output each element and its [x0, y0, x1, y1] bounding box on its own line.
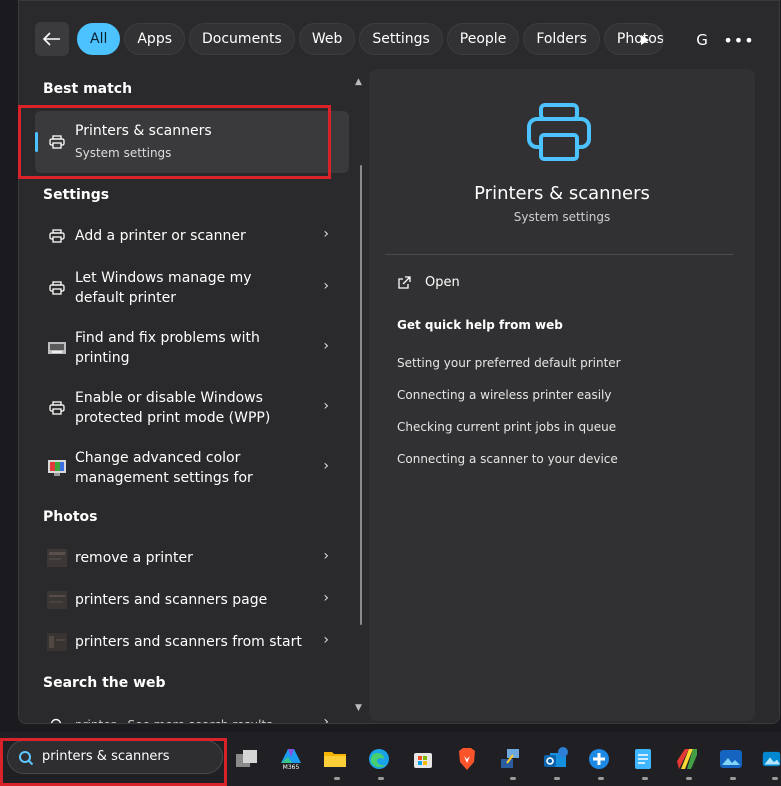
running-indicator	[378, 777, 384, 780]
settings-item-default-printer[interactable]: Let Windows manage my default printer ›	[35, 267, 349, 309]
photos-item-remove-printer[interactable]: remove a printer ›	[35, 547, 349, 569]
network-tool-icon[interactable]	[498, 746, 524, 772]
filter-chip-web[interactable]: Web	[298, 23, 356, 55]
web-search-item[interactable]: printer - See more search results ›	[35, 713, 349, 724]
chevron-right-icon: ›	[323, 226, 329, 242]
back-button[interactable]	[35, 22, 69, 56]
scroll-up-arrow[interactable]: ▲	[355, 77, 362, 87]
running-indicator	[554, 777, 560, 780]
section-heading-search-web: Search the web	[43, 675, 166, 691]
brave-browser-icon[interactable]	[454, 746, 480, 772]
settings-item-label: Add a printer or scanner	[75, 228, 246, 244]
web-search-label: printer - See more search results	[75, 715, 305, 723]
highlight-annotation	[18, 105, 331, 179]
photos-item-label: printers and scanners from start	[75, 634, 302, 650]
file-explorer-icon[interactable]	[322, 746, 348, 772]
photos-item-label: remove a printer	[75, 550, 193, 566]
photo-thumbnail	[47, 632, 67, 652]
chevron-right-icon: ›	[323, 398, 329, 414]
troubleshooter-icon	[47, 338, 67, 358]
more-filters-button[interactable]	[635, 30, 655, 50]
quick-help-heading: Get quick help from web	[397, 318, 563, 332]
preview-title: Printers & scanners	[474, 183, 650, 204]
photo-thumbnail	[47, 590, 67, 610]
photos-item-label: printers and scanners page	[75, 592, 268, 608]
running-indicator	[510, 777, 516, 780]
photos-item-printers-scanners-start[interactable]: printers and scanners from start ›	[35, 631, 349, 653]
play-icon	[641, 35, 649, 45]
photo-thumbnail	[47, 548, 67, 568]
outlook-icon[interactable]	[542, 746, 568, 772]
running-indicator	[642, 777, 648, 780]
preview-subtitle: System settings	[513, 210, 611, 224]
help-app-icon[interactable]	[586, 746, 612, 772]
running-indicator	[598, 777, 604, 780]
chevron-right-icon: ›	[323, 590, 329, 606]
account-avatar[interactable]: G	[690, 28, 714, 52]
help-link[interactable]: Setting your preferred default printer	[397, 356, 621, 370]
help-link[interactable]: Connecting a wireless printer easily	[397, 388, 611, 402]
photos-app-icon[interactable]	[718, 746, 744, 772]
printer-large-icon	[523, 103, 595, 163]
camera-app-icon[interactable]	[762, 746, 781, 772]
running-indicator	[334, 777, 340, 780]
arrow-left-icon	[43, 32, 60, 46]
m365-label: M365	[282, 764, 300, 771]
scroll-down-arrow[interactable]: ▼	[355, 703, 362, 713]
microsoft-store-icon[interactable]	[410, 746, 436, 772]
filter-chip-settings[interactable]: Settings	[359, 23, 443, 55]
chevron-right-icon: ›	[323, 278, 329, 294]
paint-app-icon[interactable]	[674, 746, 700, 772]
section-heading-best-match: Best match	[43, 81, 133, 97]
chevron-right-icon: ›	[323, 714, 329, 724]
filter-chip-people[interactable]: People	[446, 23, 520, 55]
chevron-right-icon: ›	[323, 458, 329, 474]
printer-icon	[47, 226, 67, 246]
divider	[385, 254, 733, 255]
notepad-icon[interactable]	[630, 746, 656, 772]
running-indicator	[686, 777, 692, 780]
open-action[interactable]: Open	[397, 275, 460, 290]
microsoft-365-icon[interactable]: M365	[278, 746, 304, 772]
printer-icon	[47, 278, 67, 298]
chevron-right-icon: ›	[323, 548, 329, 564]
open-external-icon	[397, 275, 411, 290]
settings-item-troubleshoot-printing[interactable]: Find and fix problems with printing ›	[35, 327, 349, 369]
search-icon	[47, 715, 67, 723]
chevron-right-icon: ›	[323, 338, 329, 354]
color-management-icon	[47, 458, 67, 478]
edge-browser-icon[interactable]	[366, 746, 392, 772]
filter-chip-folders[interactable]: Folders	[523, 23, 600, 55]
preview-pane: Printers & scanners System settings Open…	[369, 69, 755, 721]
filter-bar: All Apps Documents Web Settings People F…	[35, 22, 664, 56]
filter-chip-documents[interactable]: Documents	[189, 23, 295, 55]
section-heading-settings: Settings	[43, 187, 110, 203]
help-link[interactable]: Checking current print jobs in queue	[397, 420, 616, 434]
filter-chip-all[interactable]: All	[77, 23, 121, 55]
settings-item-label: Enable or disable Windows protected prin…	[75, 390, 271, 426]
printer-icon	[47, 398, 67, 418]
open-label: Open	[425, 275, 460, 290]
settings-item-protected-print-mode[interactable]: Enable or disable Windows protected prin…	[35, 387, 349, 429]
help-link[interactable]: Connecting a scanner to your device	[397, 452, 618, 466]
chevron-right-icon: ›	[323, 632, 329, 648]
settings-item-color-management[interactable]: Change advanced color management setting…	[35, 447, 349, 489]
running-indicator	[772, 777, 778, 780]
settings-item-label: Let Windows manage my default printer	[75, 270, 252, 306]
settings-item-add-printer[interactable]: Add a printer or scanner ›	[35, 225, 349, 247]
section-heading-photos: Photos	[43, 509, 98, 525]
photos-item-printers-scanners-page[interactable]: printers and scanners page ›	[35, 589, 349, 611]
more-options-button[interactable]: •••	[723, 28, 753, 52]
scrollbar-thumb[interactable]	[360, 165, 362, 625]
running-indicator	[730, 777, 736, 780]
search-highlight-annotation	[0, 738, 227, 786]
filter-chip-apps[interactable]: Apps	[124, 23, 186, 55]
settings-item-label: Change advanced color management setting…	[75, 450, 253, 486]
task-view-icon[interactable]	[234, 746, 260, 772]
settings-item-label: Find and fix problems with printing	[75, 330, 260, 366]
